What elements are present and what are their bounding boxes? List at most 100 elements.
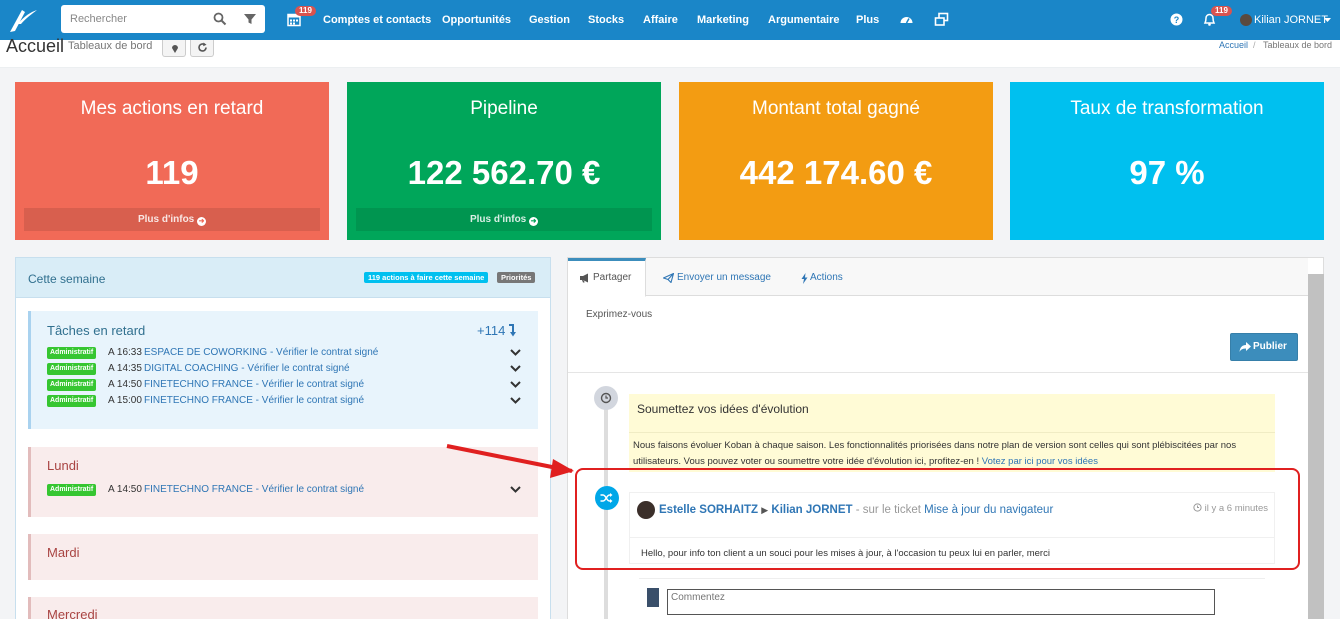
help-icon[interactable]: ? xyxy=(1169,12,1184,27)
filter-icon[interactable] xyxy=(243,12,257,26)
post-ticket-link[interactable]: Mise à jour du navigateur xyxy=(924,504,1053,516)
late-tasks-section: Tâches en retard +114 Administratif A 16… xyxy=(28,311,538,429)
paper-plane-icon xyxy=(663,273,674,283)
notification-badge: 119 xyxy=(1211,6,1232,16)
task-tag: Administratif xyxy=(47,363,97,375)
menu-argumentaire[interactable]: Argumentaire xyxy=(768,0,840,40)
task-tag: Administratif xyxy=(47,379,97,391)
divider xyxy=(568,372,1308,373)
scrollbar[interactable] xyxy=(1308,274,1324,619)
calendar-badge: 119 xyxy=(295,6,316,16)
task-time: A 14:50 xyxy=(108,484,142,495)
menu-opportunites[interactable]: Opportunités xyxy=(442,0,511,40)
chevron-down-icon[interactable] xyxy=(510,348,521,357)
task-row: Administratif A 14:35 DIGITAL COACHING -… xyxy=(47,362,521,376)
top-navbar: 119 Comptes et contacts Opportunités Ges… xyxy=(0,0,1340,40)
post-time-label: il y a 6 minutes xyxy=(1204,503,1268,514)
post-textarea-placeholder[interactable]: Exprimez-vous xyxy=(586,309,652,320)
chevron-down-icon[interactable] xyxy=(510,364,521,373)
more-info-link[interactable]: Plus d'infos ➜ xyxy=(24,208,320,231)
timeline-ticket-marker xyxy=(595,486,619,510)
post-target-link[interactable]: Kilian JORNET xyxy=(771,504,852,516)
windows-icon[interactable] xyxy=(934,12,949,27)
more-info-label: Plus d'infos xyxy=(469,214,527,225)
menu-plus[interactable]: Plus xyxy=(856,0,879,40)
post-author-link[interactable]: Estelle SORHAITZ xyxy=(659,504,758,516)
stat-title: Mes actions en retard xyxy=(80,98,264,119)
task-link[interactable]: FINETECHNO FRANCE - Vérifier le contrat … xyxy=(144,395,364,406)
activity-feed-panel: Partager Envoyer un message Actions Expr… xyxy=(567,257,1324,619)
post-time: il y a 6 minutes xyxy=(1193,503,1268,514)
menu-marketing[interactable]: Marketing xyxy=(697,0,749,40)
this-week-panel: Cette semaine 119 actions à faire cette … xyxy=(15,257,551,619)
menu-comptes-contacts[interactable]: Comptes et contacts xyxy=(323,0,431,40)
priorities-badge[interactable]: Priorités xyxy=(497,272,536,283)
dashboard-gauge-icon[interactable] xyxy=(899,12,914,27)
timeline-clock-marker xyxy=(594,386,618,410)
breadcrumb-home[interactable]: Accueil xyxy=(1219,40,1248,50)
chevron-down-icon[interactable] xyxy=(510,396,521,405)
late-tasks-title: Tâches en retard xyxy=(47,323,146,338)
refresh-icon xyxy=(198,42,207,52)
task-tag: Administratif xyxy=(47,484,97,496)
caret-right-icon: ▶ xyxy=(761,505,769,515)
task-link[interactable]: FINETECHNO FRANCE - Vérifier le contrat … xyxy=(144,484,364,495)
task-link[interactable]: FINETECHNO FRANCE - Vérifier le contrat … xyxy=(144,379,364,390)
day-wednesday-section: Mercredi xyxy=(28,597,538,619)
search-input[interactable] xyxy=(61,5,206,33)
level-down-icon[interactable] xyxy=(508,324,517,337)
divider xyxy=(629,432,1275,433)
refresh-button[interactable] xyxy=(190,40,214,57)
stat-pipeline: Pipeline 122 562.70 € Plus d'infos ➜ xyxy=(347,82,661,240)
svg-text:?: ? xyxy=(1174,15,1180,25)
koban-logo[interactable] xyxy=(6,4,40,36)
task-link[interactable]: DIGITAL COACHING - Vérifier le contrat s… xyxy=(144,363,350,374)
actions-count-badge: 119 actions à faire cette semaine xyxy=(364,272,489,283)
user-avatar[interactable] xyxy=(1240,14,1252,26)
divider xyxy=(630,537,1274,538)
tab-share[interactable]: Partager xyxy=(568,258,646,297)
comment-input[interactable] xyxy=(667,589,1215,615)
breadcrumb-separator: / xyxy=(1253,40,1256,50)
more-info-label: Plus d'infos xyxy=(137,214,195,225)
note-body-text: Nous faisons évoluer Koban à chaque sais… xyxy=(633,440,1237,467)
menu-stocks[interactable]: Stocks xyxy=(588,0,624,40)
this-week-header: Cette semaine 119 actions à faire cette … xyxy=(16,258,550,298)
share-arrow-icon xyxy=(1239,342,1251,352)
stat-title: Pipeline xyxy=(470,98,538,119)
stat-value: 442 174.60 € xyxy=(739,154,933,191)
day-tuesday-section: Mardi xyxy=(28,534,538,580)
post-context: - sur le ticket xyxy=(855,504,921,516)
task-time: A 14:50 xyxy=(108,379,142,390)
search-box xyxy=(61,5,265,33)
stat-title: Taux de transformation xyxy=(1070,98,1264,119)
pin-button[interactable] xyxy=(162,40,186,57)
menu-gestion[interactable]: Gestion xyxy=(529,0,570,40)
search-icon[interactable] xyxy=(213,12,227,26)
more-info-link[interactable]: Plus d'infos ➜ xyxy=(356,208,652,231)
caret-down-icon[interactable] xyxy=(1324,17,1331,23)
task-time: A 14:35 xyxy=(108,363,142,374)
breadcrumb-current: Tableaux de bord xyxy=(1263,40,1333,50)
tab-send-message[interactable]: Envoyer un message xyxy=(663,258,778,296)
this-week-title: Cette semaine xyxy=(28,272,106,286)
comment-row xyxy=(639,578,1265,618)
tab-label: Partager xyxy=(593,272,632,283)
menu-affaire[interactable]: Affaire xyxy=(643,0,678,40)
task-tag: Administratif xyxy=(47,395,97,407)
user-menu[interactable]: Kilian JORNET xyxy=(1254,0,1328,40)
stat-value: 97 % xyxy=(1129,154,1205,191)
publish-button[interactable]: Publier xyxy=(1230,333,1298,361)
late-tasks-count[interactable]: +114 xyxy=(477,323,505,338)
tab-actions[interactable]: Actions xyxy=(801,258,851,296)
stat-total-won: Montant total gagné 442 174.60 € xyxy=(679,82,993,240)
vote-ideas-link[interactable]: Votez par ici pour vos idées xyxy=(982,456,1098,467)
chevron-down-icon[interactable] xyxy=(510,380,521,389)
chevron-down-icon[interactable] xyxy=(510,485,521,494)
day-title: Mardi xyxy=(47,545,80,560)
task-time: A 16:33 xyxy=(108,347,142,358)
page-header: Accueil Tableaux de bord Accueil / Table… xyxy=(0,36,1340,68)
task-link[interactable]: ESPACE DE COWORKING - Vérifier le contra… xyxy=(144,347,378,358)
stat-value: 119 xyxy=(145,154,199,191)
day-monday-section: Lundi Administratif A 14:50 FINETECHNO F… xyxy=(28,447,538,517)
